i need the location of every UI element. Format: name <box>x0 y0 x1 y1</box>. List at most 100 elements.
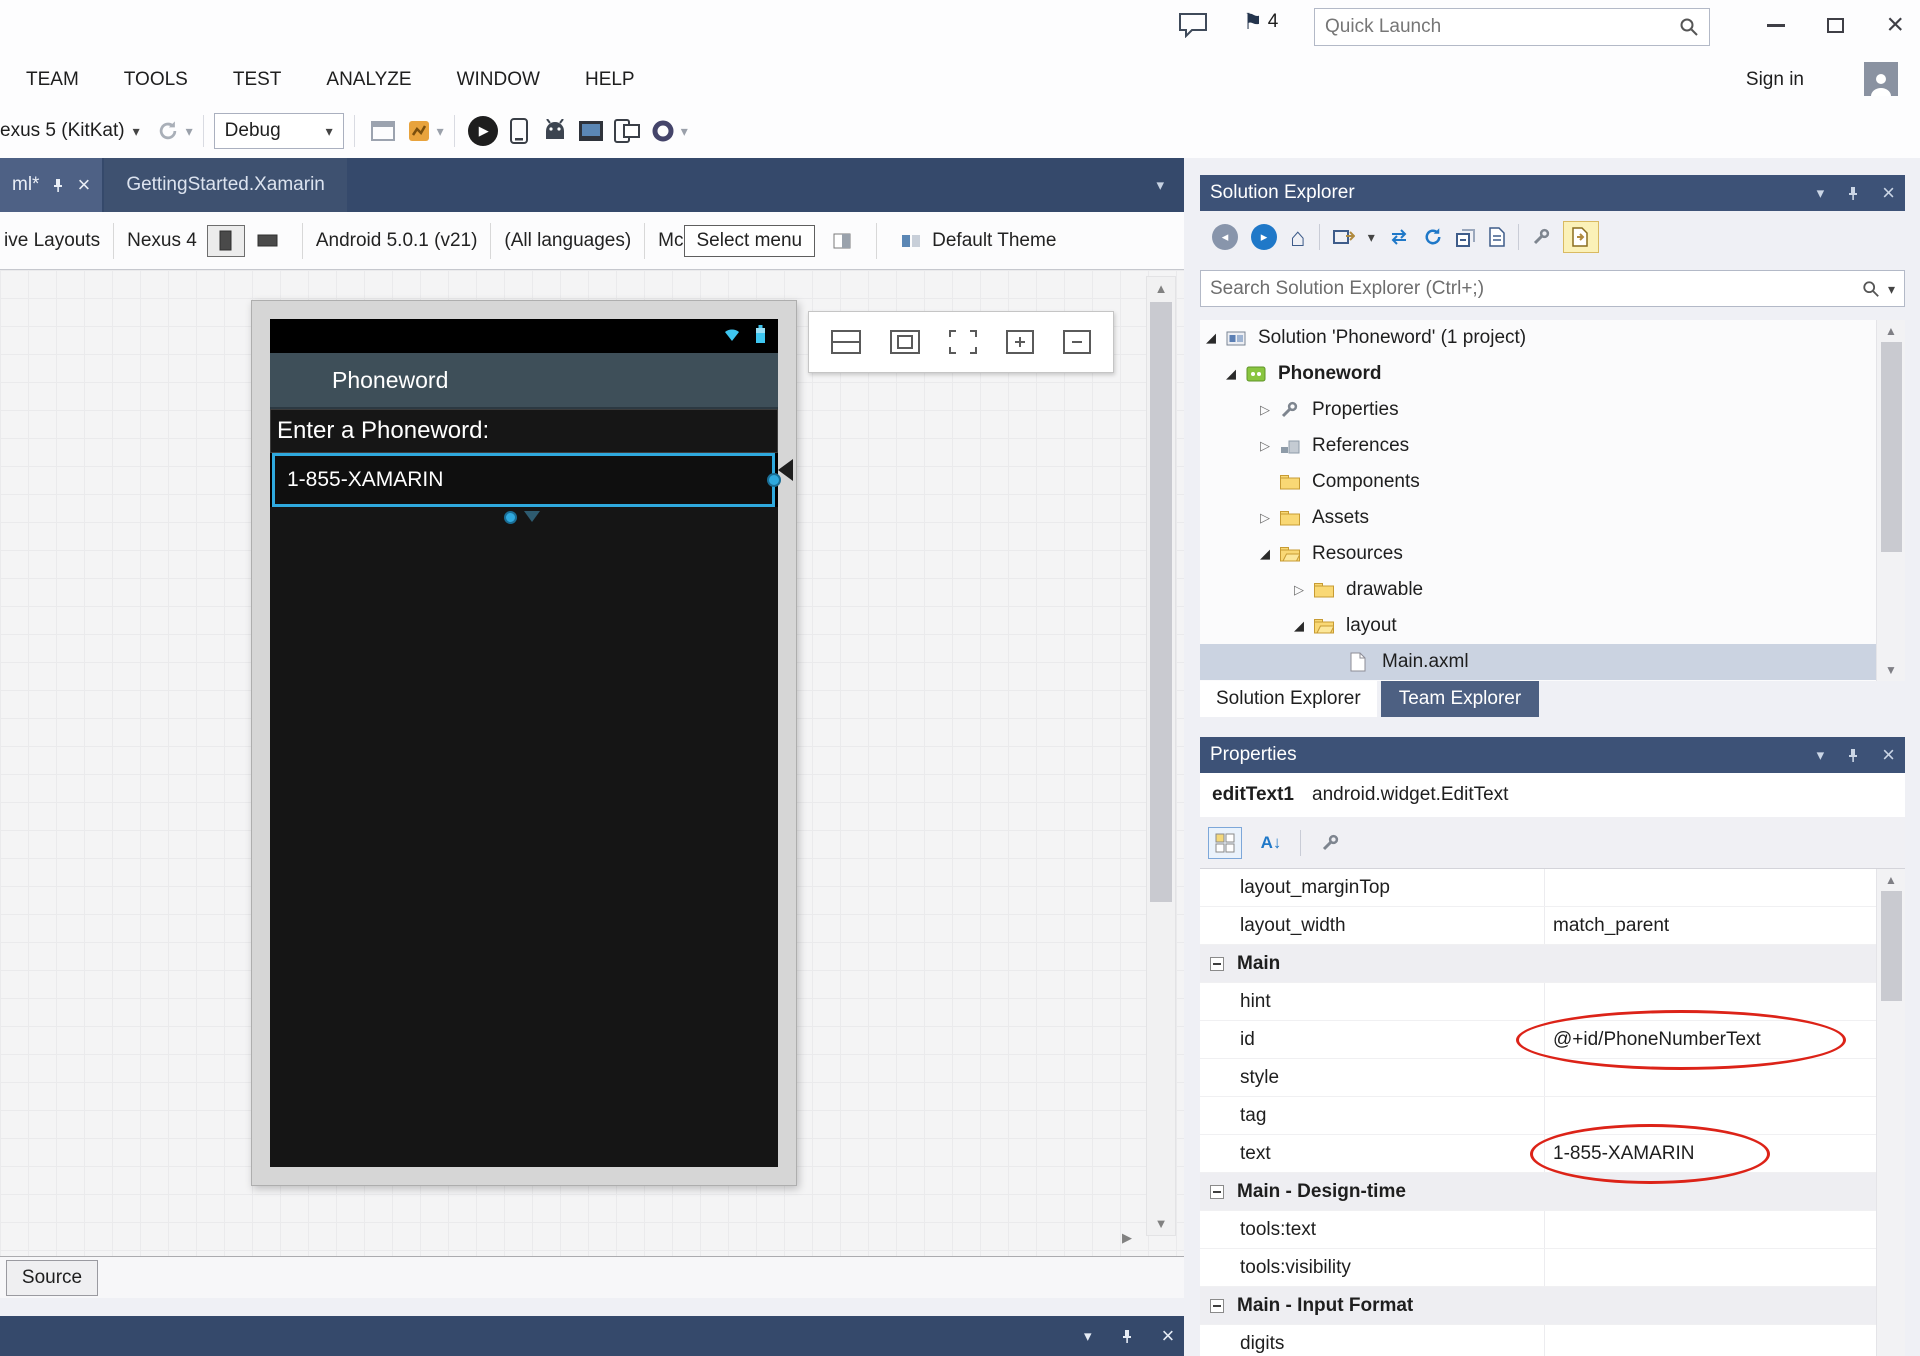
property-value[interactable] <box>1545 1097 1876 1134</box>
device-target-label[interactable]: exus 5 (KitKat) <box>0 120 125 142</box>
tree-item-drawable[interactable]: ▷ drawable <box>1200 572 1905 608</box>
collapse-box-icon[interactable] <box>1210 957 1224 971</box>
canvas-vertical-scrollbar[interactable]: ▲ ▼ <box>1146 276 1176 1236</box>
property-row[interactable]: tools:visibility <box>1200 1249 1905 1287</box>
property-category-row[interactable]: Main - Design-time <box>1200 1173 1905 1211</box>
scroll-up-icon[interactable]: ▲ <box>1155 281 1168 296</box>
scrollbar-thumb[interactable] <box>1881 891 1902 1001</box>
deploy-device-icon[interactable] <box>501 113 537 149</box>
collapsed-arrow-icon[interactable]: ▷ <box>1260 402 1280 418</box>
tree-item-layout[interactable]: ◢ layout <box>1200 608 1905 644</box>
close-icon[interactable]: × <box>1882 742 1895 768</box>
minimize-icon[interactable] <box>1767 24 1785 27</box>
property-row[interactable]: layout_marginTop <box>1200 869 1905 907</box>
profiler-chevron-icon[interactable]: ▾ <box>437 123 444 140</box>
device-frame-icon[interactable] <box>890 330 920 354</box>
property-value[interactable]: 1-855-XAMARIN <box>1545 1135 1876 1172</box>
zoom-in-icon[interactable] <box>1006 330 1034 354</box>
select-menu-combo[interactable]: Select menu <box>684 225 816 257</box>
property-name[interactable]: id <box>1200 1021 1545 1058</box>
tab-main-axml[interactable]: ml* × <box>0 158 102 212</box>
refresh-icon[interactable] <box>1423 227 1443 247</box>
property-category-row[interactable]: Main - Input Format <box>1200 1287 1905 1325</box>
preview-selected-toggle[interactable] <box>1563 221 1599 253</box>
sign-in-link[interactable]: Sign in <box>1746 55 1804 104</box>
scroll-down-icon[interactable]: ▼ <box>1885 663 1897 677</box>
collapsed-arrow-icon[interactable]: ▷ <box>1294 582 1314 598</box>
home-icon[interactable]: ⌂ <box>1290 222 1306 253</box>
pin-icon[interactable] <box>1120 1329 1134 1344</box>
property-value[interactable]: match_parent <box>1545 907 1876 944</box>
property-name[interactable]: layout_width <box>1200 907 1545 944</box>
menu-tools[interactable]: TOOLS <box>124 69 188 91</box>
scroll-down-icon[interactable]: ▼ <box>1155 1216 1168 1231</box>
alphabetical-sort-icon[interactable]: A↓ <box>1254 827 1288 859</box>
source-view-tab[interactable]: Source <box>6 1260 98 1296</box>
pin-icon[interactable] <box>51 178 65 193</box>
window-position-chevron-icon[interactable]: ▾ <box>1817 184 1825 202</box>
property-value[interactable] <box>1545 1249 1876 1286</box>
tab-solution-explorer[interactable]: Solution Explorer <box>1200 681 1377 717</box>
attach-window-icon[interactable] <box>365 113 401 149</box>
refresh-chevron-icon[interactable]: ▾ <box>186 123 193 140</box>
android-emulator-icon[interactable] <box>537 113 573 149</box>
tree-item-resources[interactable]: ◢ Resources <box>1200 536 1905 572</box>
pin-icon[interactable] <box>1846 186 1860 201</box>
property-row[interactable]: hint <box>1200 983 1905 1021</box>
toolbar-overflow-chevron-icon[interactable]: ▾ <box>681 123 688 140</box>
fit-to-screen-icon[interactable] <box>949 330 977 354</box>
menu-team[interactable]: TEAM <box>26 69 79 91</box>
solution-search-input[interactable] <box>1210 278 1854 300</box>
quick-launch-input[interactable] <box>1325 16 1679 38</box>
split-view-icon[interactable] <box>831 330 861 354</box>
pane-chevron-icon[interactable]: ▾ <box>1084 1327 1092 1345</box>
property-name[interactable]: tag <box>1200 1097 1545 1134</box>
phone-textview[interactable]: Enter a Phoneword: <box>270 409 778 453</box>
device-target-chevron-icon[interactable]: ▾ <box>133 124 140 138</box>
search-chevron-icon[interactable]: ▾ <box>1888 282 1895 296</box>
property-category-row[interactable]: Main <box>1200 945 1905 983</box>
property-name[interactable]: style <box>1200 1059 1545 1096</box>
tree-item-main-axml[interactable]: Main.axml <box>1200 644 1905 680</box>
scrollbar-thumb[interactable] <box>1150 302 1172 902</box>
property-row[interactable]: style <box>1200 1059 1905 1097</box>
property-value[interactable] <box>1545 869 1876 906</box>
menu-help[interactable]: HELP <box>585 69 635 91</box>
tree-item-references[interactable]: ▷ References <box>1200 428 1905 464</box>
split-square-icon[interactable] <box>823 225 861 257</box>
property-value[interactable] <box>1545 1325 1876 1356</box>
tab-team-explorer[interactable]: Team Explorer <box>1381 681 1540 717</box>
tree-item-solution[interactable]: ◢ Solution 'Phoneword' (1 project) <box>1200 320 1905 356</box>
property-name[interactable]: layout_marginTop <box>1200 869 1545 906</box>
alternative-layouts-label[interactable]: ive Layouts <box>4 230 100 252</box>
close-icon[interactable]: × <box>1882 180 1895 206</box>
designer-canvas[interactable]: Phoneword Enter a Phoneword: 1-855-XAMAR… <box>0 270 1184 1256</box>
back-icon[interactable]: ◂ <box>1212 224 1238 250</box>
phone-action-bar[interactable]: Phoneword <box>270 353 778 409</box>
feedback-icon[interactable] <box>1178 12 1208 38</box>
close-icon[interactable]: × <box>1886 10 1904 40</box>
forward-icon[interactable]: ▸ <box>1251 224 1277 250</box>
collapsed-arrow-icon[interactable]: ▷ <box>1260 438 1280 454</box>
theme-icon[interactable] <box>892 225 930 257</box>
property-value[interactable] <box>1545 1059 1876 1096</box>
window-position-chevron-icon[interactable]: ▾ <box>1817 746 1825 764</box>
pin-icon[interactable] <box>1846 748 1860 763</box>
refresh-icon[interactable] <box>150 113 186 149</box>
tab-gettingstarted[interactable]: GettingStarted.Xamarin <box>104 158 347 212</box>
scope-chevron-icon[interactable]: ▾ <box>1368 230 1375 244</box>
landscape-orientation-icon[interactable] <box>249 225 287 257</box>
zoom-out-icon[interactable] <box>1063 330 1091 354</box>
property-row-id[interactable]: id @+id/PhoneNumberText <box>1200 1021 1905 1059</box>
scroll-right-icon[interactable]: ▶ <box>1122 1230 1132 1246</box>
collapse-all-icon[interactable] <box>1456 227 1476 247</box>
properties-vertical-scrollbar[interactable]: ▲ <box>1876 869 1905 1356</box>
phone-edittext-selected[interactable]: 1-855-XAMARIN <box>272 453 775 507</box>
android-version-selector[interactable]: Android 5.0.1 (v21) <box>316 230 478 252</box>
tab-overflow-chevron-icon[interactable]: ▾ <box>1156 176 1164 194</box>
start-debug-icon[interactable]: ▶ <box>465 113 501 149</box>
tree-item-project[interactable]: ◢ Phoneword <box>1200 356 1905 392</box>
property-value[interactable] <box>1545 983 1876 1020</box>
properties-page-icon[interactable] <box>1489 227 1505 247</box>
collapse-box-icon[interactable] <box>1210 1299 1224 1313</box>
